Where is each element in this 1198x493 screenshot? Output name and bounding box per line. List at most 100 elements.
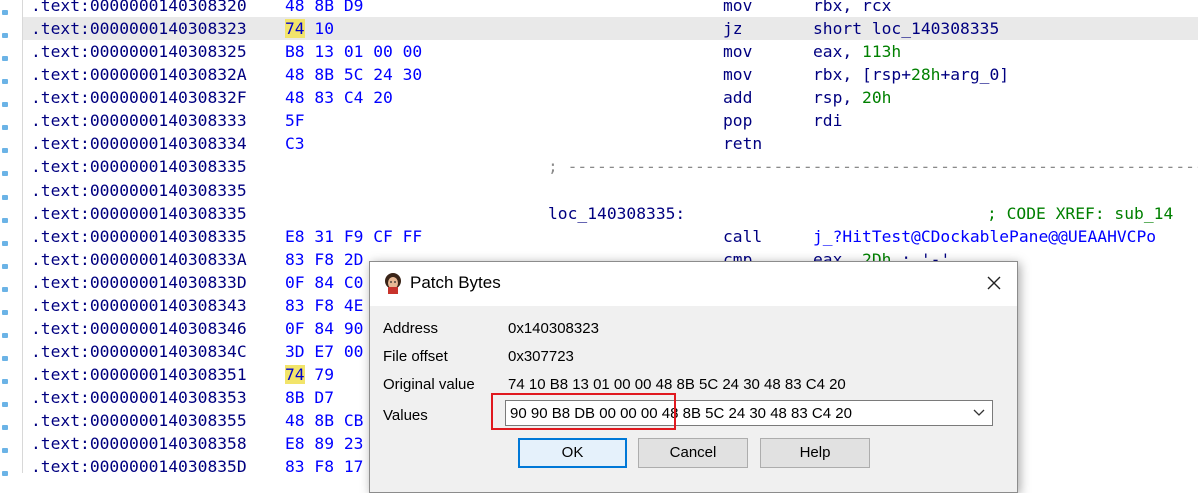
- row-bytes: 0F 84 C0: [285, 271, 363, 294]
- row-mnemonic: pop: [723, 111, 753, 131]
- close-icon[interactable]: [983, 272, 1005, 294]
- row-bytes: E8 31 F9 CF FF: [285, 225, 422, 248]
- row-address: .text:000000014030833D: [31, 272, 247, 292]
- chevron-down-icon[interactable]: [973, 409, 985, 417]
- row-operand: rbx, rcx: [813, 0, 892, 15]
- highlighted-byte: 74: [285, 19, 305, 39]
- gutter-marker: [2, 286, 8, 292]
- row-bytes-text: 48 8B D9: [285, 0, 364, 15]
- row-address: .text:000000014030833A: [31, 249, 247, 269]
- listing-row[interactable]: .text:000000014030832F 48 83 C4 20 add rsp,…: [23, 86, 1198, 109]
- dialog-title: Patch Bytes: [410, 273, 501, 292]
- row-address: .text:000000014030832F: [31, 88, 247, 108]
- row-operand: eax, 113h: [813, 42, 902, 62]
- listing-row[interactable]: .text:0000000140308333 5F pop rdi: [23, 109, 1198, 132]
- listing-row[interactable]: .text:0000000140308335: [23, 179, 1198, 202]
- row-bytes-text: 10: [304, 19, 335, 39]
- row-bytes-text: 3D E7 00: [285, 341, 364, 361]
- row-mnemonic: mov: [723, 42, 753, 62]
- row-address: .text:000000014030835D: [31, 457, 247, 477]
- row-bytes: 3D E7 00: [285, 340, 363, 363]
- values-input[interactable]: [510, 403, 960, 423]
- row-bytes-text: C3: [285, 134, 305, 154]
- values-combobox[interactable]: [505, 400, 993, 426]
- ok-button[interactable]: OK: [518, 438, 627, 468]
- gutter-marker: [2, 356, 8, 362]
- row-bytes-text: 0F 84 C0: [285, 272, 364, 292]
- row-address: .text:0000000140308333: [31, 111, 247, 131]
- row-bytes: 74 79: [285, 363, 334, 386]
- row-mnemonic: call: [723, 226, 763, 246]
- row-mnemonic: retn: [723, 134, 763, 154]
- row-bytes-text: 5F: [285, 111, 305, 131]
- row-operand: short loc_140308335: [813, 19, 1000, 39]
- gutter-marker: [2, 471, 8, 477]
- gutter-marker: [2, 148, 8, 154]
- row-address: .text:0000000140308334: [31, 134, 247, 154]
- gutter: [0, 0, 23, 477]
- values-label: Values: [383, 407, 428, 424]
- row-bytes-text: 83 F8 4E: [285, 295, 364, 315]
- row-bytes-text: 48 83 C4 20: [285, 88, 393, 108]
- row-address: .text:0000000140308325: [31, 42, 247, 62]
- row-address: .text:0000000140308358: [31, 434, 247, 454]
- row-address: .text:0000000140308335: [31, 226, 247, 246]
- row-bytes: 48 8B D9: [285, 0, 363, 17]
- ida-icon: [385, 273, 401, 294]
- row-operand: rbx, [rsp+28h+arg_0]: [813, 65, 1010, 85]
- row-bytes: 48 8B 5C 24 30: [285, 63, 422, 86]
- gutter-marker: [2, 402, 8, 408]
- listing-row[interactable]: .text:0000000140308335 E8 31 F9 CF FF call…: [23, 225, 1198, 248]
- row-bytes: C3: [285, 132, 305, 155]
- gutter-marker: [2, 309, 8, 315]
- help-button[interactable]: Help: [760, 438, 870, 468]
- listing-row[interactable]: .text:0000000140308335 loc_140308335: ; CO…: [23, 202, 1198, 225]
- row-address: .text:0000000140308320: [31, 0, 247, 15]
- gutter-marker: [2, 217, 8, 223]
- listing-row[interactable]: .text:000000014030832A 48 8B 5C 24 30 mov r…: [23, 63, 1198, 86]
- row-bytes: 83 F8 2D: [285, 248, 363, 271]
- listing-row[interactable]: .text:0000000140308325 B8 13 01 00 00 mov e…: [23, 40, 1198, 63]
- gutter-marker: [2, 448, 8, 454]
- gutter-marker: [2, 125, 8, 131]
- gutter-marker: [2, 263, 8, 269]
- row-bytes-text: 83 F8 17: [285, 457, 364, 477]
- row-bytes: E8 89 23: [285, 432, 363, 455]
- row-address: .text:0000000140308355: [31, 411, 247, 431]
- listing-row[interactable]: .text:0000000140308323 74 10 jz short loc_1…: [23, 17, 1198, 41]
- gutter-marker: [2, 240, 8, 246]
- cancel-button[interactable]: Cancel: [638, 438, 748, 468]
- file-offset-value: 0x307723: [508, 348, 574, 365]
- row-bytes: 83 F8 17: [285, 455, 363, 478]
- row-address: .text:000000014030834C: [31, 341, 247, 361]
- row-separator: ; --------------------------------------…: [548, 157, 1198, 177]
- dialog-titlebar: Patch Bytes: [370, 262, 1017, 306]
- row-bytes: 48 8B CB: [285, 409, 363, 432]
- row-operand: rsp, 20h: [813, 88, 892, 108]
- listing-row[interactable]: .text:0000000140308334 C3 retn: [23, 132, 1198, 155]
- gutter-marker: [2, 171, 8, 177]
- patch-bytes-dialog: Patch Bytes Address 0x140308323 File off…: [369, 261, 1018, 493]
- row-bytes-text: E8 31 F9 CF FF: [285, 226, 423, 246]
- original-value-label: Original value: [383, 376, 475, 393]
- gutter-marker: [2, 379, 8, 385]
- row-bytes-text: 8B D7: [285, 388, 335, 408]
- row-bytes: 48 83 C4 20: [285, 86, 393, 109]
- row-bytes-text: E8 89 23: [285, 434, 364, 454]
- gutter-marker: [2, 425, 8, 431]
- row-xref: ; CODE XREF: sub_14: [987, 203, 1174, 223]
- row-mnemonic: add: [723, 88, 753, 108]
- row-operand: rdi: [813, 111, 843, 131]
- row-bytes-text: B8 13 01 00 00: [285, 42, 423, 62]
- address-label: Address: [383, 320, 439, 337]
- row-bytes: B8 13 01 00 00: [285, 40, 422, 63]
- row-operand: j_?HitTest@CDockablePane@@UEAAHVCPo: [813, 226, 1157, 246]
- row-mnemonic: mov: [723, 65, 753, 85]
- address-value: 0x140308323: [508, 320, 599, 337]
- row-bytes: 83 F8 4E: [285, 294, 363, 317]
- row-mnemonic: mov: [723, 0, 753, 15]
- listing-row[interactable]: .text:0000000140308335 ; ----------------…: [23, 155, 1198, 178]
- gutter-marker: [2, 79, 8, 85]
- listing-row[interactable]: .text:0000000140308320 48 8B D9 mov rbx, rc…: [23, 0, 1198, 17]
- row-bytes-text: 0F 84 90: [285, 318, 364, 338]
